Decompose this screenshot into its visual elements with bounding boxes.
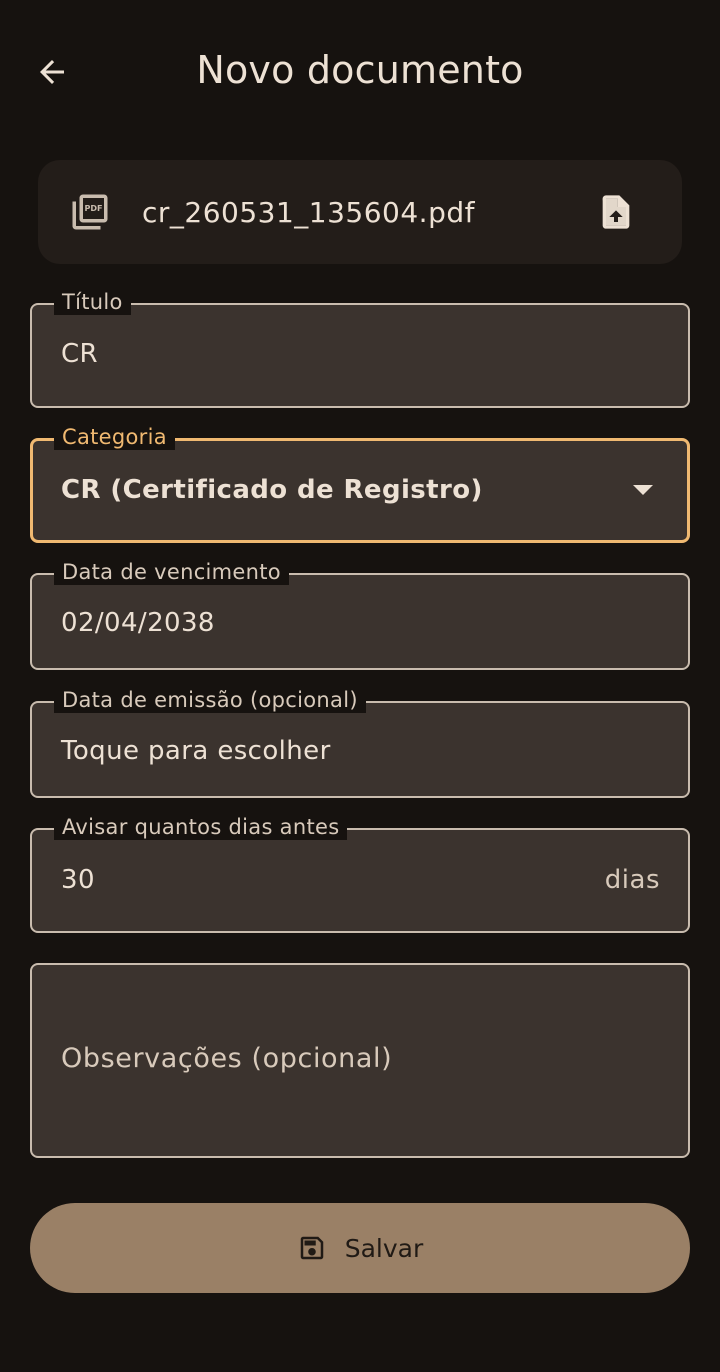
category-select[interactable]: Categoria CR (Certificado de Registro) [30, 424, 690, 543]
issue-date-label: Data de emissão (opcional) [54, 687, 366, 713]
replace-file-button[interactable] [594, 190, 638, 234]
category-value[interactable]: CR (Certificado de Registro) [61, 475, 483, 505]
save-icon [297, 1233, 327, 1263]
reminder-days-field[interactable]: Avisar quantos dias antes 30 dias [30, 814, 690, 933]
reminder-days-input[interactable]: 30 [61, 865, 95, 895]
reminder-days-suffix: dias [604, 865, 660, 895]
save-label: Salvar [344, 1233, 424, 1263]
reminder-days-label: Avisar quantos dias antes [54, 814, 348, 840]
issue-date-field[interactable]: Data de emissão (opcional) Toque para es… [30, 687, 690, 798]
new-document-screen: Novo documento PDF cr_260531_135604.pdf … [0, 0, 720, 1372]
file-upload-icon [602, 195, 630, 229]
page-title: Novo documento [196, 48, 524, 92]
pdf-icon: PDF [68, 190, 112, 234]
due-date-label: Data de vencimento [54, 559, 289, 585]
save-button[interactable]: Salvar [30, 1203, 690, 1293]
title-field[interactable]: Título CR [30, 289, 690, 408]
issue-date-value[interactable]: Toque para escolher [61, 736, 331, 766]
title-input[interactable]: CR [61, 339, 98, 369]
selected-file-card: PDF cr_260531_135604.pdf [38, 160, 682, 264]
notes-field[interactable]: Observações (opcional) [30, 963, 690, 1158]
due-date-value[interactable]: 02/04/2038 [61, 608, 215, 638]
file-name: cr_260531_135604.pdf [142, 195, 475, 229]
due-date-field[interactable]: Data de vencimento 02/04/2038 [30, 559, 690, 670]
category-label: Categoria [54, 424, 175, 450]
svg-text:PDF: PDF [84, 204, 102, 213]
title-label: Título [54, 289, 131, 315]
notes-placeholder[interactable]: Observações (opcional) [61, 1043, 392, 1074]
dropdown-arrow-icon[interactable] [633, 485, 653, 495]
